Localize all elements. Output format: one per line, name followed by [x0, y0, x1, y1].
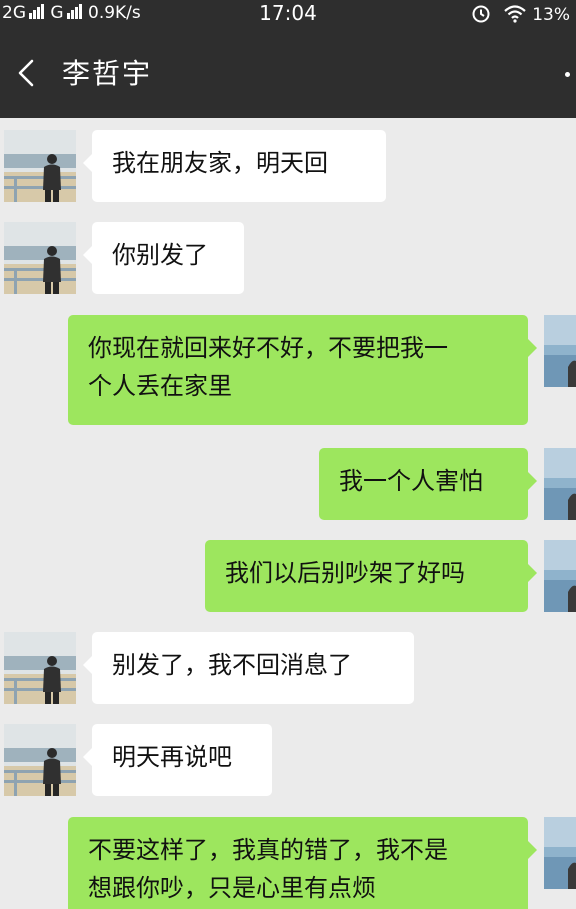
sea-avatar-icon	[544, 540, 576, 612]
battery-percent: 13%	[532, 5, 570, 25]
man-by-sea-avatar-icon	[4, 632, 76, 704]
message-bubble-outgoing[interactable]: 不要这样了，我真的错了，我不是 想跟你吵，只是心里有点烦	[68, 817, 537, 909]
wifi-icon	[504, 5, 526, 23]
message-bubble-outgoing[interactable]: 你现在就回来好不好，不要把我一 个人丢在家里	[68, 315, 537, 425]
man-by-sea-avatar-icon	[4, 130, 76, 202]
more-options-icon[interactable]	[565, 72, 570, 77]
message-bubble-incoming[interactable]: 明天再说吧	[83, 724, 272, 796]
sea-avatar-icon	[544, 315, 576, 387]
message-bubble-incoming[interactable]: 你别发了	[83, 222, 244, 294]
status-bar: 2G G 0.9K/s 17:04 13%	[0, 0, 576, 28]
my-avatar[interactable]	[544, 448, 576, 520]
message-bubble-incoming[interactable]: 别发了，我不回消息了	[83, 632, 414, 704]
my-avatar[interactable]	[544, 540, 576, 612]
status-right: 13%	[471, 3, 570, 25]
contact-avatar[interactable]	[4, 632, 76, 704]
contact-avatar[interactable]	[4, 222, 76, 294]
message-bubble-outgoing[interactable]: 我一个人害怕	[319, 448, 537, 520]
alarm-icon	[472, 5, 490, 23]
sea-avatar-icon	[544, 817, 576, 889]
chat-title: 李哲宇	[62, 57, 153, 90]
sea-avatar-icon	[544, 448, 576, 520]
message-bubble-outgoing[interactable]: 我们以后别吵架了好吗	[205, 540, 537, 612]
message-bubble-incoming[interactable]: 我在朋友家，明天回	[83, 130, 386, 202]
chat-header: 李哲宇	[0, 28, 576, 118]
contact-avatar[interactable]	[4, 130, 76, 202]
my-avatar[interactable]	[544, 315, 576, 387]
my-avatar[interactable]	[544, 817, 576, 889]
man-by-sea-avatar-icon	[4, 724, 76, 796]
man-by-sea-avatar-icon	[4, 222, 76, 294]
back-arrow-icon[interactable]	[14, 59, 42, 87]
contact-avatar[interactable]	[4, 724, 76, 796]
